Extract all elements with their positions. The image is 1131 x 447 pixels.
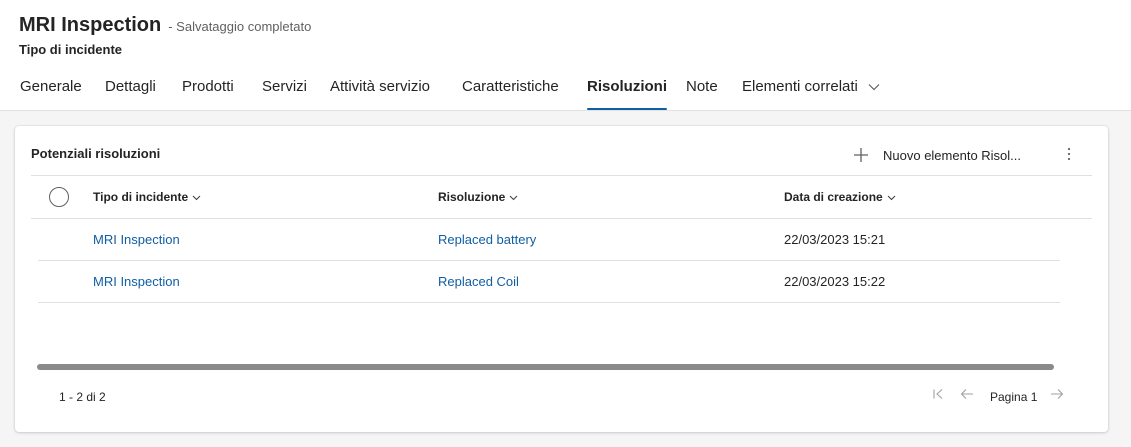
- select-all-checkbox[interactable]: [49, 187, 69, 207]
- incident-type-link[interactable]: MRI Inspection: [93, 219, 180, 261]
- tab-dettagli[interactable]: Dettagli: [105, 72, 156, 110]
- incident-type-link[interactable]: MRI Inspection: [93, 261, 180, 303]
- tab-caratteristiche[interactable]: Caratteristiche: [462, 72, 559, 110]
- tab-label: Risoluzioni: [587, 78, 667, 95]
- tab-elementi-correlati[interactable]: Elementi correlati: [742, 72, 880, 110]
- save-status: - Salvataggio completato: [168, 19, 312, 34]
- tab-label: Note: [686, 78, 718, 95]
- chevron-down-icon: [509, 190, 518, 204]
- tab-risoluzioni[interactable]: Risoluzioni: [587, 72, 667, 110]
- created-on-cell: 22/03/2023 15:22: [784, 274, 886, 289]
- tab-label: Generale: [20, 78, 82, 95]
- tab-prodotti[interactable]: Prodotti: [182, 72, 234, 110]
- tab-label: Servizi: [262, 78, 308, 95]
- record-count: 1 - 2 di 2: [59, 390, 106, 404]
- tab-label: Attività servizio: [330, 78, 431, 95]
- title-row: MRI Inspection - Salvataggio completato: [19, 14, 311, 37]
- first-page-button[interactable]: [928, 386, 948, 406]
- chevron-down-icon: [887, 190, 896, 204]
- horizontal-scrollbar[interactable]: [37, 364, 1054, 370]
- resolution-link[interactable]: Replaced Coil: [438, 261, 519, 303]
- tab-label: Prodotti: [182, 78, 234, 95]
- grid-divider: [31, 175, 1092, 176]
- next-page-icon: [1050, 387, 1064, 405]
- new-resolution-button[interactable]: Nuovo elemento Risol...: [851, 144, 1021, 166]
- next-page-button[interactable]: [1047, 386, 1067, 406]
- column-label: Data di creazione: [784, 190, 883, 204]
- tab-servizi[interactable]: Servizi: [262, 72, 307, 110]
- column-header-incident-type[interactable]: Tipo di incidente: [93, 190, 201, 204]
- entity-type-label: Tipo di incidente: [19, 42, 123, 57]
- tab-note[interactable]: Note: [686, 72, 718, 110]
- chevron-down-icon: [868, 72, 880, 102]
- tab-attivita-servizio[interactable]: Attività servizio: [330, 72, 430, 110]
- first-page-icon: [932, 387, 944, 405]
- column-label: Tipo di incidente: [93, 190, 189, 204]
- row-divider: [38, 302, 1060, 303]
- tab-label: Dettagli: [105, 78, 156, 95]
- new-resolution-label: Nuovo elemento Risol...: [883, 147, 1022, 163]
- chevron-down-icon: [192, 190, 201, 204]
- column-label: Risoluzione: [438, 190, 506, 204]
- column-header-resolution[interactable]: Risoluzione: [438, 190, 518, 204]
- previous-page-icon: [960, 387, 974, 405]
- resolutions-subgrid: Potenziali risoluzioni Nuovo elemento Ri…: [15, 126, 1108, 432]
- column-header-created-on[interactable]: Data di creazione: [784, 190, 896, 204]
- previous-page-button[interactable]: [957, 386, 977, 406]
- form-header: MRI Inspection - Salvataggio completato …: [0, 0, 1131, 111]
- plus-icon: [851, 145, 871, 165]
- tab-generale[interactable]: Generale: [20, 72, 82, 110]
- more-commands-button[interactable]: [1059, 146, 1079, 166]
- record-title: MRI Inspection: [19, 14, 162, 36]
- page-indicator: Pagina 1: [990, 390, 1038, 404]
- tab-label: Caratteristiche: [462, 78, 559, 95]
- tab-label: Elementi correlati: [742, 78, 858, 95]
- table-row[interactable]: MRI Inspection Replaced Coil 22/03/2023 …: [38, 261, 1060, 303]
- resolution-link[interactable]: Replaced battery: [438, 219, 536, 261]
- subgrid-title: Potenziali risoluzioni: [31, 146, 161, 161]
- created-on-cell: 22/03/2023 15:21: [784, 232, 886, 247]
- table-row[interactable]: MRI Inspection Replaced battery 22/03/20…: [38, 219, 1060, 261]
- more-vertical-icon: [1067, 147, 1071, 166]
